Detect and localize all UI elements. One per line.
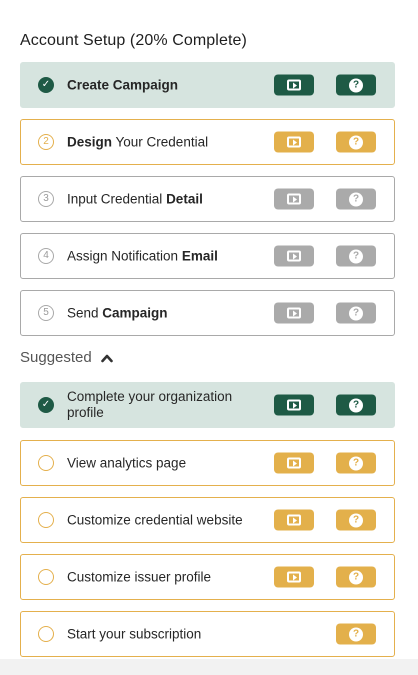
help-icon: ? bbox=[349, 192, 363, 206]
step-label-rest: Assign Notification bbox=[67, 248, 182, 264]
help-button[interactable]: ? bbox=[336, 394, 376, 416]
help-button[interactable]: ? bbox=[336, 509, 376, 531]
step-label-bold: Campaign bbox=[102, 305, 168, 321]
step-number-icon: 3 bbox=[38, 191, 54, 207]
help-button[interactable]: ? bbox=[336, 188, 376, 210]
play-icon bbox=[287, 307, 301, 319]
help-icon: ? bbox=[349, 306, 363, 320]
suggested-item-label: Customize issuer profile bbox=[67, 569, 212, 585]
radio-circle-icon bbox=[38, 569, 54, 585]
radio-circle-icon bbox=[38, 626, 54, 642]
play-video-button[interactable] bbox=[274, 74, 314, 96]
suggested-item-label: Complete your organization profile bbox=[67, 389, 233, 420]
help-button[interactable]: ? bbox=[336, 245, 376, 267]
step-label: Create Campaign bbox=[67, 77, 179, 93]
check-icon: ✓ bbox=[38, 77, 54, 93]
bottom-scroll-fade bbox=[0, 659, 418, 675]
step-number-icon: 2 bbox=[38, 134, 54, 150]
help-icon: ? bbox=[349, 627, 363, 641]
play-icon bbox=[287, 399, 301, 411]
help-icon: ? bbox=[349, 135, 363, 149]
help-icon: ? bbox=[349, 570, 363, 584]
help-button[interactable]: ? bbox=[336, 623, 376, 645]
radio-circle-icon bbox=[38, 512, 54, 528]
play-video-button[interactable] bbox=[274, 452, 314, 474]
step-create-campaign[interactable]: ✓ Create Campaign ? bbox=[20, 62, 395, 108]
step-label-bold: Detail bbox=[166, 191, 203, 207]
help-icon: ? bbox=[349, 398, 363, 412]
step-input-credential-detail: 3 Input Credential Detail ? bbox=[20, 176, 395, 222]
step-assign-notification-email: 4 Assign Notification Email ? bbox=[20, 233, 395, 279]
play-video-button[interactable] bbox=[274, 302, 314, 324]
suggested-item-label: Customize credential website bbox=[67, 512, 243, 528]
help-button[interactable]: ? bbox=[336, 302, 376, 324]
suggested-item-label: View analytics page bbox=[67, 455, 187, 471]
help-icon: ? bbox=[349, 249, 363, 263]
check-icon: ✓ bbox=[38, 397, 54, 413]
play-icon bbox=[287, 514, 301, 526]
step-label-bold: Design bbox=[67, 134, 113, 150]
help-icon: ? bbox=[349, 513, 363, 527]
play-icon bbox=[287, 571, 301, 583]
play-video-button[interactable] bbox=[274, 566, 314, 588]
suggested-heading: Suggested bbox=[20, 349, 92, 366]
step-label: Assign Notification Email bbox=[67, 249, 218, 264]
step-send-campaign: 5 Send Campaign ? bbox=[20, 290, 395, 336]
step-label-rest: Send bbox=[67, 305, 103, 321]
suggested-item-subscription[interactable]: Start your subscription ? bbox=[20, 611, 395, 657]
help-button[interactable]: ? bbox=[336, 566, 376, 588]
step-label: Design Your Credential bbox=[67, 135, 208, 150]
page-title: Account Setup (20% Complete) bbox=[20, 32, 247, 49]
play-icon bbox=[287, 250, 301, 262]
play-icon bbox=[287, 136, 301, 148]
help-button[interactable]: ? bbox=[336, 74, 376, 96]
play-video-button[interactable] bbox=[274, 131, 314, 153]
help-icon: ? bbox=[349, 456, 363, 470]
step-label: Send Campaign bbox=[67, 306, 168, 321]
suggested-item-credential-website[interactable]: Customize credential website ? bbox=[20, 497, 395, 543]
step-label-bold: Email bbox=[181, 248, 218, 264]
play-icon bbox=[287, 193, 301, 205]
step-design-credential[interactable]: 2 Design Your Credential ? bbox=[20, 119, 395, 165]
play-video-button[interactable] bbox=[274, 245, 314, 267]
step-label-rest: Input Credential bbox=[67, 191, 167, 207]
suggested-item-label: Start your subscription bbox=[67, 626, 202, 642]
radio-circle-icon bbox=[38, 455, 54, 471]
help-icon: ? bbox=[349, 78, 363, 92]
play-icon bbox=[287, 79, 301, 91]
play-video-button[interactable] bbox=[274, 509, 314, 531]
chevron-up-icon bbox=[100, 354, 113, 362]
help-button[interactable]: ? bbox=[336, 452, 376, 474]
help-button[interactable]: ? bbox=[336, 131, 376, 153]
suggested-item-analytics[interactable]: View analytics page ? bbox=[20, 440, 395, 486]
suggested-item-org-profile[interactable]: ✓ Complete your organization profile ? bbox=[20, 382, 395, 428]
step-label: Input Credential Detail bbox=[67, 192, 203, 207]
play-video-button[interactable] bbox=[274, 394, 314, 416]
step-number-icon: 5 bbox=[38, 305, 54, 321]
step-label-rest: Your Credential bbox=[112, 134, 209, 150]
play-icon bbox=[287, 457, 301, 469]
suggested-toggle[interactable]: Suggested bbox=[20, 349, 113, 366]
step-number-icon: 4 bbox=[38, 248, 54, 264]
suggested-item-issuer-profile[interactable]: Customize issuer profile ? bbox=[20, 554, 395, 600]
play-video-button[interactable] bbox=[274, 188, 314, 210]
